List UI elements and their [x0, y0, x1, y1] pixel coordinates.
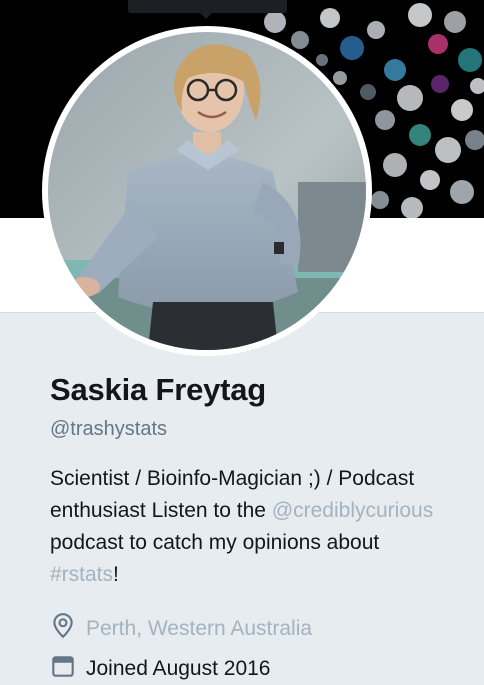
tooltip: [128, 0, 287, 19]
profile-joined: Joined August 2016: [50, 652, 271, 685]
avatar[interactable]: [42, 26, 372, 356]
avatar-photo: [48, 32, 366, 350]
profile-name: Saskia Freytag: [50, 372, 267, 407]
location-text[interactable]: Perth, Western Australia: [86, 617, 312, 641]
bio-line: enthusiast Listen to the @crediblycuriou…: [50, 495, 470, 527]
joined-text: Joined August 2016: [86, 656, 271, 680]
profile-bio: Scientist / Bioinfo-Magician ;) / Podcas…: [50, 463, 470, 591]
profile-handle[interactable]: @trashystats: [50, 418, 167, 441]
bio-line: Scientist / Bioinfo-Magician ;) / Podcas…: [50, 467, 415, 490]
bio-text: !: [113, 563, 119, 586]
bio-line: podcast to catch my opinions about: [50, 531, 380, 554]
profile-location: Perth, Western Australia: [50, 612, 312, 645]
calendar-icon: [50, 652, 76, 685]
map-pin-icon: [50, 612, 76, 645]
avatar-photo-art: [48, 32, 366, 350]
bio-line: #rstats!: [50, 559, 470, 591]
mention-link[interactable]: @crediblycurious: [272, 499, 433, 522]
bio-text: enthusiast Listen to the: [50, 499, 272, 522]
hashtag-link[interactable]: #rstats: [50, 563, 113, 586]
